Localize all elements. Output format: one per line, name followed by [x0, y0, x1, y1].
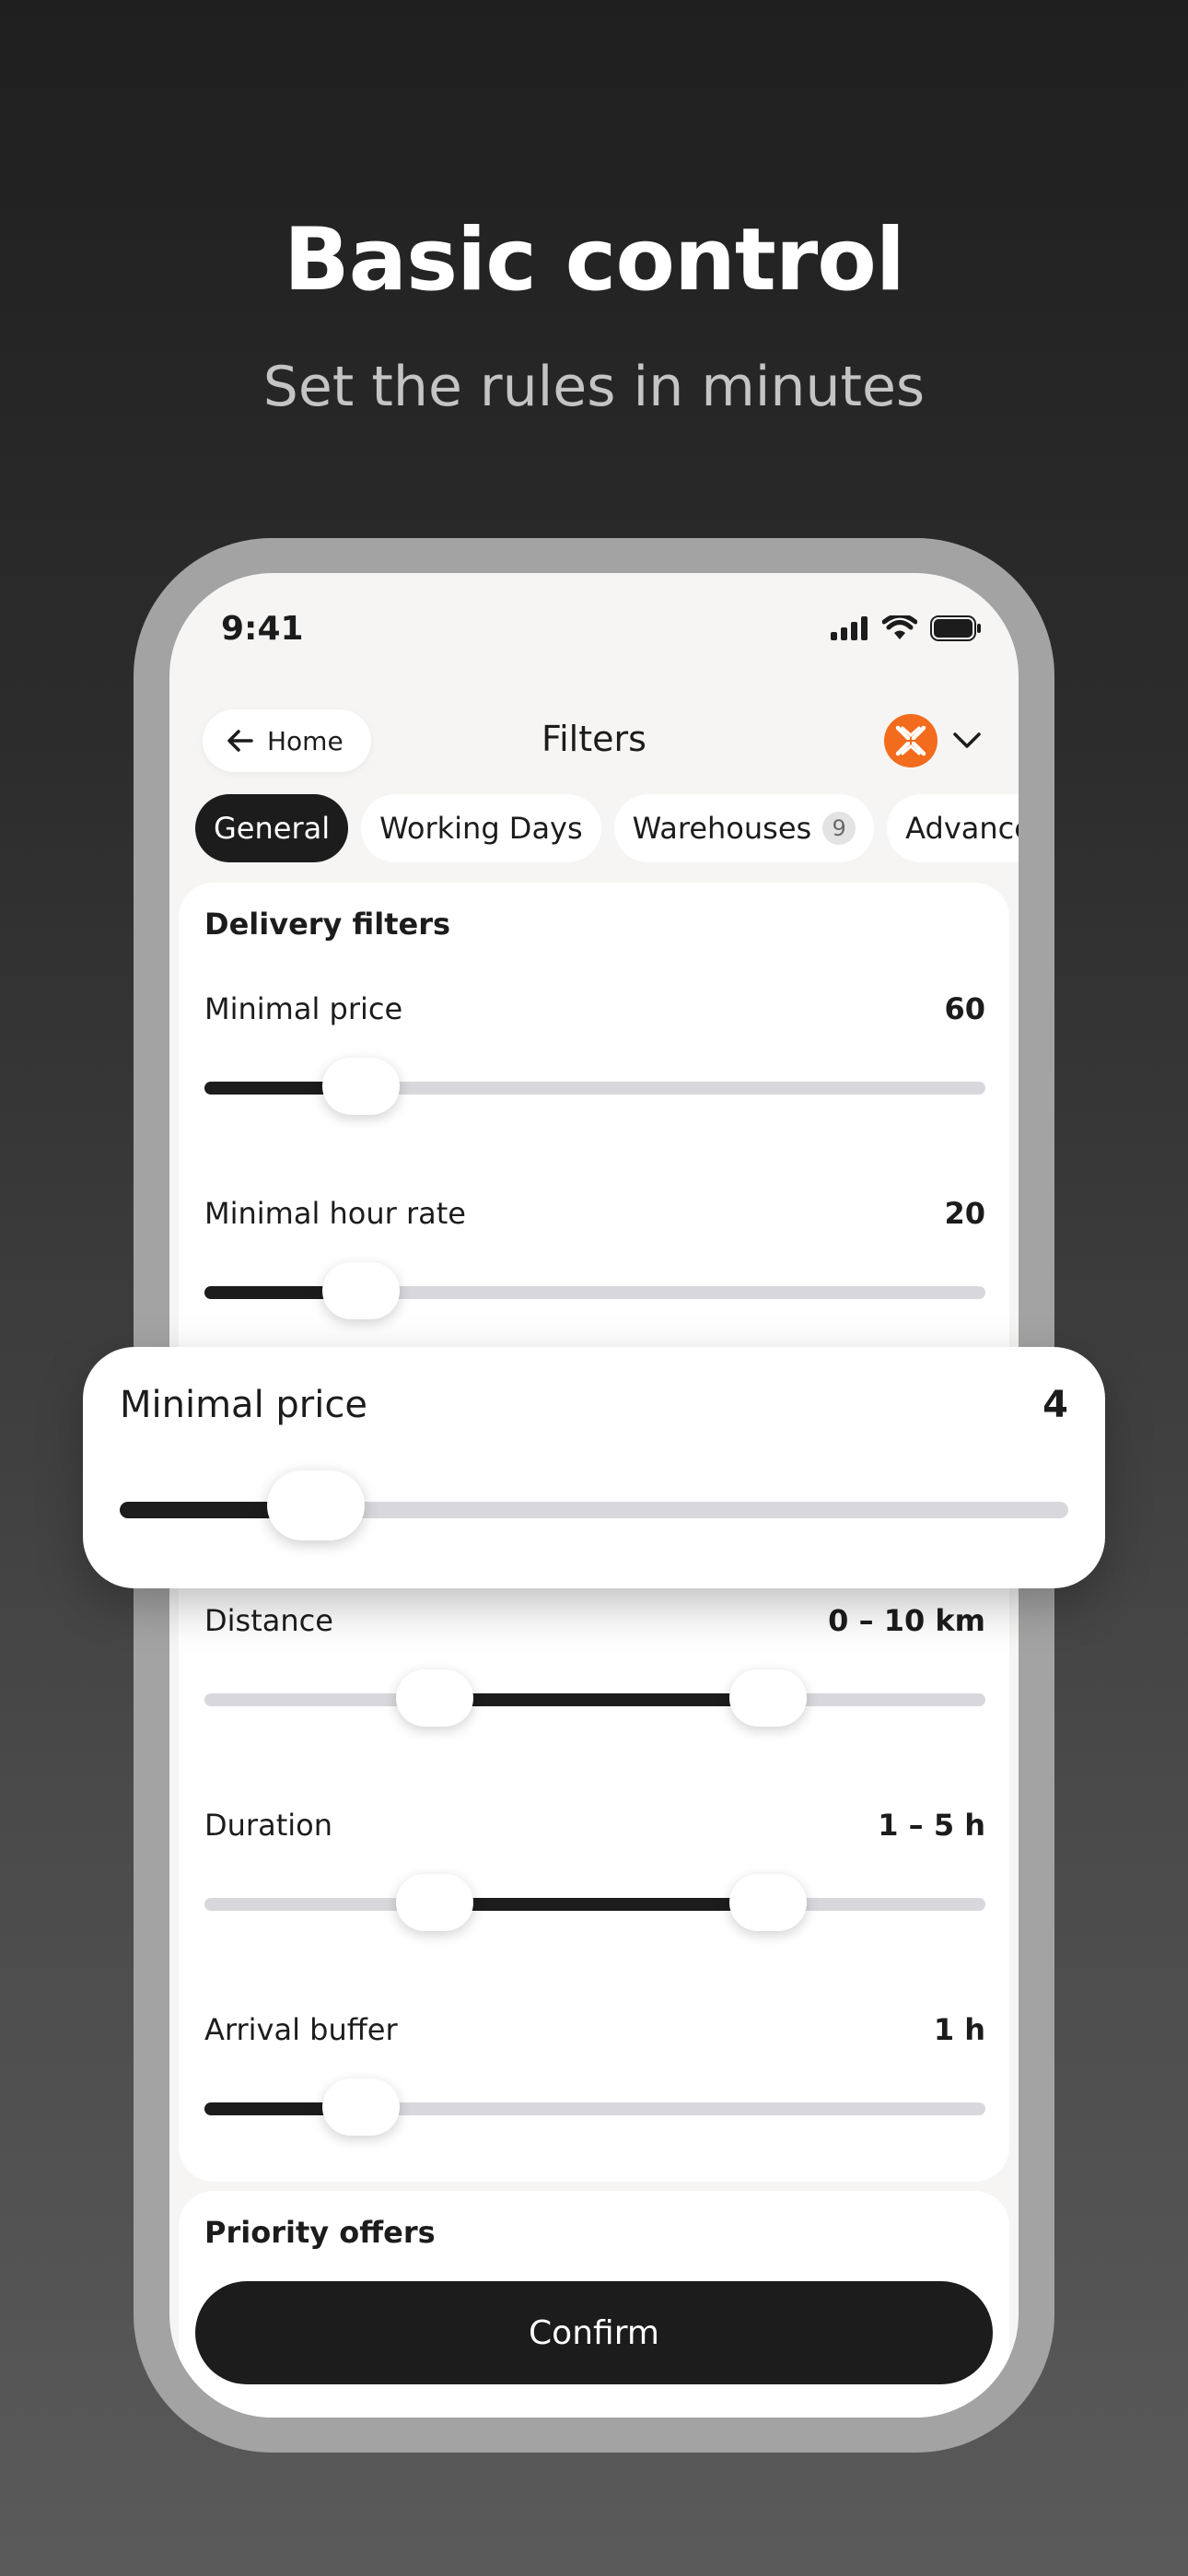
- tab-label: Working Days: [379, 811, 583, 846]
- slider-thumb-max[interactable]: [729, 1874, 807, 1931]
- slider-thumb[interactable]: [322, 1262, 400, 1319]
- tab-label: General: [214, 811, 331, 846]
- slider-fill: [435, 1693, 770, 1706]
- confirm-button[interactable]: Confirm: [195, 2281, 993, 2384]
- card-title: Priority offers: [204, 2215, 436, 2250]
- slider-thumb[interactable]: [322, 1058, 400, 1115]
- tab-label: Advanced: [905, 811, 1019, 846]
- cellular-signal-icon: [831, 616, 868, 640]
- filter-value: 1 – 5 h: [878, 1808, 985, 1843]
- arrival-buffer-slider[interactable]: [204, 2078, 985, 2136]
- minimal-price-popout: Minimal price 4: [83, 1347, 1105, 1588]
- distance-range-slider[interactable]: [204, 1669, 985, 1727]
- slider-thumb-min[interactable]: [396, 1669, 473, 1727]
- slider-fill: [435, 1898, 770, 1911]
- duration-range-slider[interactable]: [204, 1874, 985, 1931]
- hero-title: Basic control: [283, 210, 905, 310]
- battery-icon: [930, 615, 981, 641]
- minimal-hour-rate-slider[interactable]: [204, 1262, 985, 1319]
- tab-working-days[interactable]: Working Days: [361, 794, 601, 862]
- minimal-price-slider[interactable]: [204, 1058, 985, 1115]
- slider-thumb[interactable]: [267, 1470, 365, 1540]
- tab-label: Warehouses: [632, 811, 812, 846]
- slider-thumb-max[interactable]: [729, 1669, 807, 1727]
- status-icons: [831, 615, 982, 641]
- chevron-down-icon: [953, 732, 981, 748]
- status-time: 9:41: [221, 610, 304, 648]
- filter-tabs: General Working Days Warehouses 9 Advanc…: [195, 794, 1019, 862]
- tab-advanced[interactable]: Advanced: [887, 794, 1019, 862]
- card-title: Delivery filters: [204, 907, 451, 942]
- filter-label: Duration: [204, 1808, 332, 1843]
- slider-thumb-min[interactable]: [396, 1874, 473, 1931]
- filter-label: Minimal price: [204, 991, 403, 1026]
- tab-general[interactable]: General: [195, 794, 349, 862]
- tab-warehouses[interactable]: Warehouses 9: [613, 794, 875, 862]
- popout-slider[interactable]: [120, 1470, 1068, 1540]
- filter-label: Minimal hour rate: [204, 1196, 466, 1231]
- warehouses-count-badge: 9: [822, 812, 856, 845]
- filter-value: 1 h: [933, 2012, 985, 2047]
- popout-value: 4: [1042, 1384, 1068, 1426]
- account-switcher[interactable]: [884, 714, 982, 767]
- filter-label: Arrival buffer: [204, 2012, 398, 2047]
- brand-logo-icon: [884, 714, 938, 767]
- slider-thumb[interactable]: [322, 2078, 400, 2136]
- filter-label: Distance: [204, 1603, 333, 1638]
- popout-label: Minimal price: [120, 1384, 367, 1426]
- filter-value: 60: [944, 991, 985, 1026]
- hero-subtitle: Set the rules in minutes: [262, 355, 926, 419]
- slider-fill: [120, 1502, 285, 1518]
- filter-value: 0 – 10 km: [828, 1603, 985, 1638]
- filter-value: 20: [944, 1196, 985, 1231]
- wifi-icon: [882, 615, 917, 639]
